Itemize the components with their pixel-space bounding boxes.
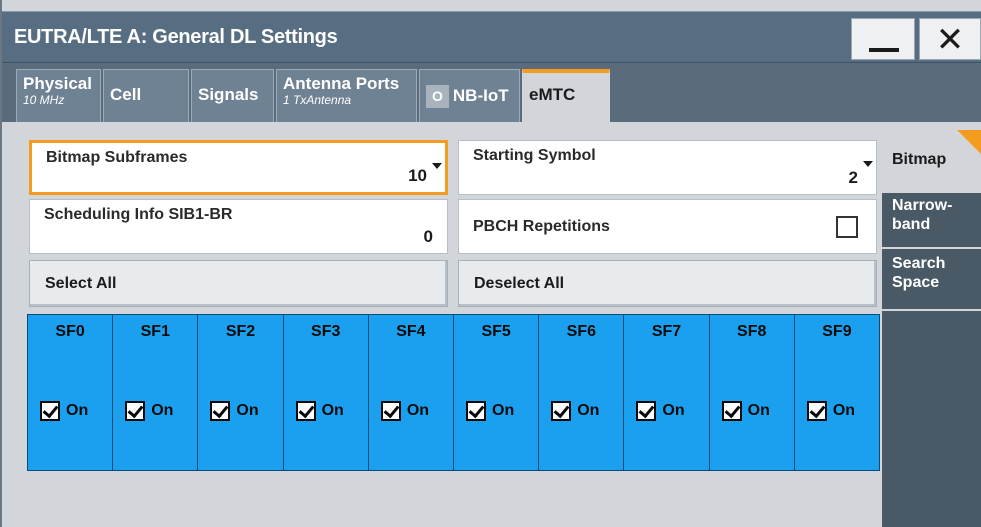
subframe-checkbox[interactable] — [806, 401, 827, 421]
subframe-cell[interactable]: SF1 On — [113, 315, 199, 470]
subframe-state: On — [662, 402, 685, 419]
subframe-state: On — [406, 402, 430, 419]
subframe-state: On — [832, 402, 856, 419]
subframe-label: SF8 — [737, 323, 767, 340]
dropdown-caret-icon — [863, 161, 873, 167]
pbch-repetitions-checkbox[interactable] — [836, 216, 858, 238]
state-badge: O — [426, 85, 449, 108]
window-title: EUTRA/LTE A: General DL Settings — [14, 26, 338, 48]
side-nav-narrowband[interactable]: Narrow- band — [882, 191, 981, 249]
subframe-cell[interactable]: SF5 On — [454, 315, 540, 470]
tab-antenna-ports[interactable]: Antenna Ports 1 TxAntenna — [276, 69, 417, 122]
subframe-state: On — [151, 402, 174, 419]
subframe-label: SF3 — [311, 323, 341, 340]
field-label: Bitmap Subframes — [46, 149, 188, 166]
subframe-label: SF7 — [651, 323, 682, 340]
subframe-state: On — [577, 402, 600, 419]
subframe-checkbox[interactable] — [125, 401, 146, 421]
subframe-label: SF6 — [566, 323, 596, 340]
tab-label: Physical — [23, 74, 92, 93]
title-bar[interactable]: EUTRA/LTE A: General DL Settings ✕ — [2, 11, 981, 63]
tab-label: NB-IoT — [452, 86, 509, 105]
dropdown-caret-icon — [432, 163, 442, 169]
tab-emtc[interactable]: eMTC — [522, 69, 610, 122]
button-label: Deselect All — [474, 275, 565, 292]
tab-physical[interactable]: Physical 10 MHz — [16, 69, 101, 122]
deselect-all-button[interactable]: Deselect All — [458, 260, 877, 307]
tab-label: Cell — [110, 85, 142, 104]
subframe-checkbox[interactable] — [380, 401, 401, 421]
subframe-checkbox[interactable] — [210, 401, 231, 421]
starting-symbol-field[interactable]: Starting Symbol 2 — [458, 140, 877, 195]
tab-label: Antenna Ports — [283, 74, 400, 93]
minimize-button[interactable] — [851, 18, 915, 60]
subframe-checkbox[interactable] — [466, 401, 487, 421]
subframe-cell[interactable]: SF6 On — [539, 315, 625, 470]
side-nav-bitmap[interactable]: Bitmap — [882, 130, 981, 191]
subframe-label: SF9 — [822, 323, 852, 340]
subframe-state: On — [236, 402, 259, 419]
subframe-bitmap-grid: SF0 On SF1 On SF2 On SF3 On SF4 On SF5 O… — [27, 314, 880, 471]
subframe-checkbox[interactable] — [636, 401, 657, 421]
subframe-state: On — [747, 402, 770, 419]
subframe-checkbox[interactable] — [40, 401, 60, 421]
subframe-label: SF5 — [481, 323, 511, 340]
field-value: 10 — [408, 166, 427, 185]
subframe-cell[interactable]: SF2 On — [198, 315, 284, 470]
tab-nb-iot[interactable]: O NB-IoT — [419, 69, 520, 122]
tab-sublabel: 10 MHz — [23, 93, 65, 107]
subframe-checkbox[interactable] — [721, 401, 742, 421]
subframe-cell[interactable]: SF3 On — [284, 315, 369, 470]
subframe-state: On — [66, 402, 89, 419]
close-button[interactable]: ✕ — [919, 18, 981, 60]
active-corner-marker — [957, 130, 981, 154]
tab-strip: Physical 10 MHz Cell Signals Antenna Por… — [2, 63, 981, 122]
field-value: 0 — [423, 227, 433, 246]
side-nav-label: Bitmap — [892, 151, 947, 168]
settings-window: EUTRA/LTE A: General DL Settings ✕ Physi… — [0, 0, 981, 527]
tab-cell[interactable]: Cell — [103, 69, 189, 122]
subframe-state: On — [321, 402, 344, 419]
subframe-label: SF2 — [225, 323, 256, 340]
tab-label: eMTC — [529, 85, 576, 104]
tab-sublabel: 1 TxAntenna — [283, 93, 352, 107]
subframe-label: SF0 — [55, 323, 85, 340]
side-nav-label: Narrow- band — [892, 197, 953, 233]
bitmap-subframes-field[interactable]: Bitmap Subframes 10 — [29, 140, 448, 195]
close-icon: ✕ — [935, 20, 965, 60]
subframe-checkbox[interactable] — [551, 401, 572, 421]
subframe-checkbox[interactable] — [295, 401, 316, 421]
field-label: Scheduling Info SIB1-BR — [44, 206, 233, 223]
subframe-cell[interactable]: SF7 On — [624, 315, 710, 470]
subframe-label: SF1 — [140, 323, 170, 340]
scheduling-info-sib1-br-field[interactable]: Scheduling Info SIB1-BR 0 — [29, 199, 448, 254]
content-panel: Bitmap Subframes 10 Starting Symbol 2 Sc… — [11, 122, 981, 527]
minimize-icon — [869, 48, 899, 52]
subframe-state: On — [492, 402, 515, 419]
side-navigation: Bitmap Narrow- band Search Space — [882, 130, 981, 527]
subframe-cell[interactable]: SF8 On — [710, 315, 795, 470]
subframe-cell[interactable]: SF9 On — [795, 315, 879, 470]
side-nav-label: Search Space — [892, 255, 946, 291]
side-nav-search-space[interactable]: Search Space — [882, 249, 981, 311]
select-all-button[interactable]: Select All — [29, 260, 448, 307]
tab-label: Signals — [198, 85, 259, 104]
field-value: 2 — [848, 168, 858, 187]
field-label: Starting Symbol — [473, 147, 596, 164]
tab-label-wrap: O NB-IoT — [426, 85, 513, 108]
field-label: PBCH Repetitions — [473, 218, 610, 235]
pbch-repetitions-field: PBCH Repetitions — [458, 199, 877, 254]
subframe-cell[interactable]: SF0 On — [28, 315, 114, 470]
subframe-cell[interactable]: SF4 On — [369, 315, 455, 470]
button-label: Select All — [45, 275, 117, 292]
subframe-label: SF4 — [396, 323, 426, 340]
tab-signals[interactable]: Signals — [191, 69, 274, 122]
